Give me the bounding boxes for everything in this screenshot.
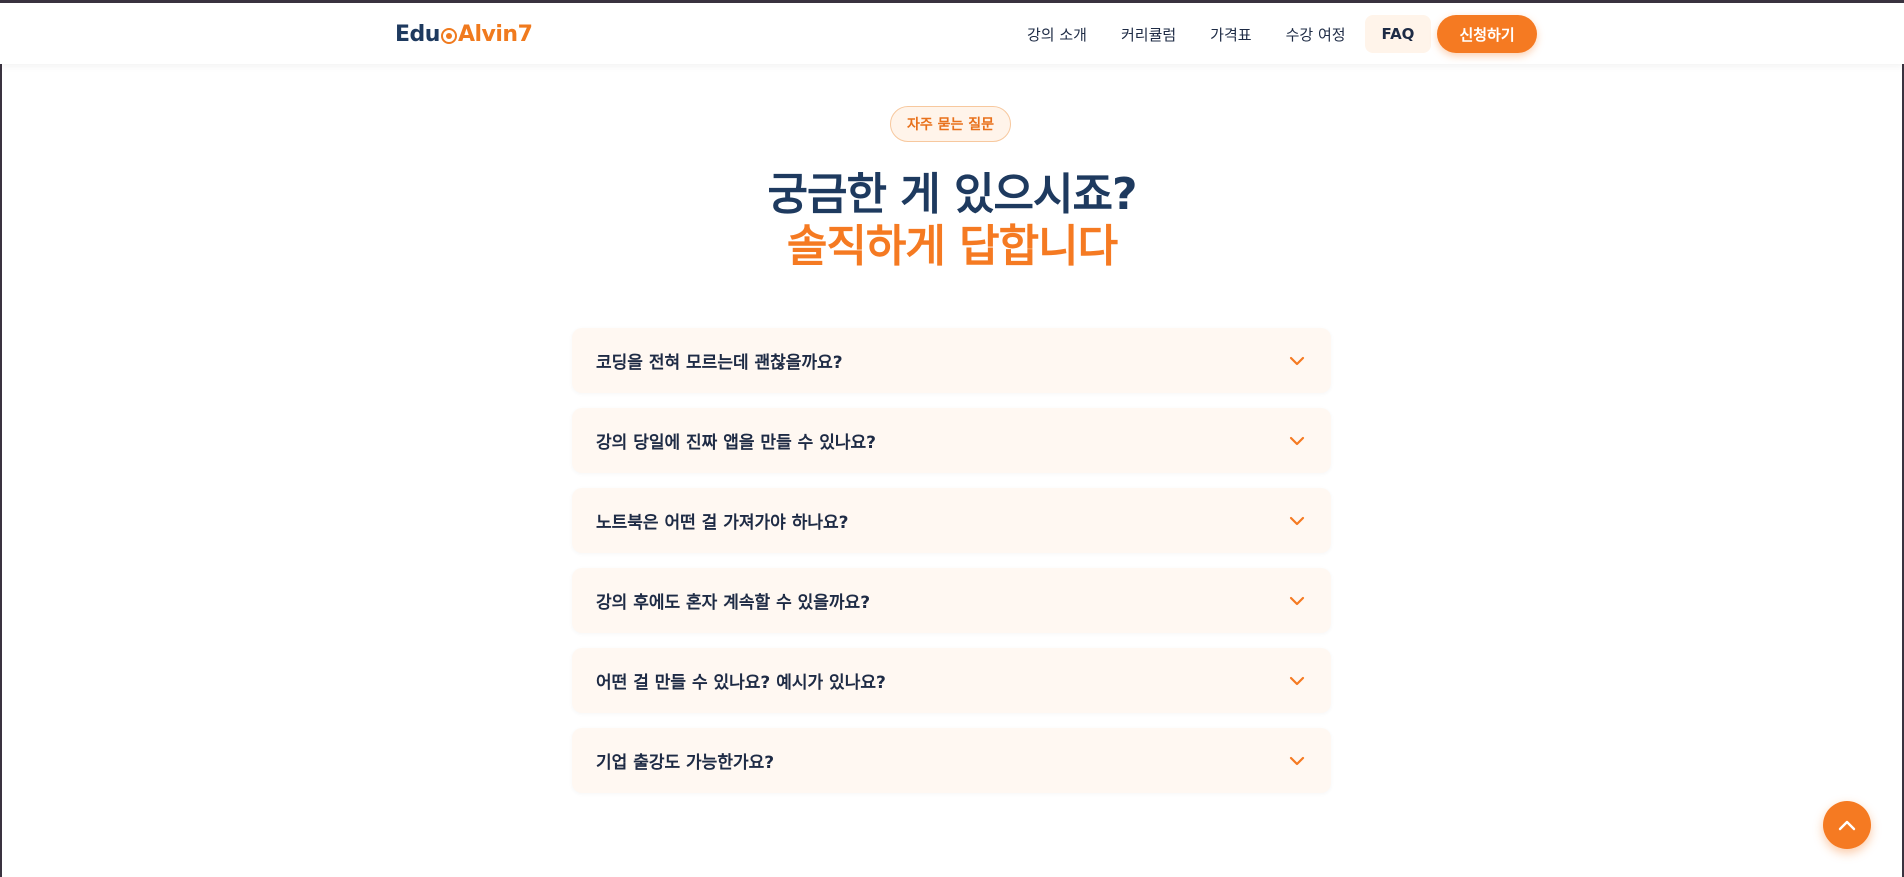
faq-item[interactable]: 강의 당일에 진짜 앱을 만들 수 있나요?: [572, 408, 1331, 473]
section-title-line2: 솔직하게 답합니다: [786, 221, 1118, 272]
faq-question: 기업 출강도 가능한가요?: [596, 753, 775, 773]
logo[interactable]: Edu Alvin7: [395, 19, 533, 49]
chevron-down-icon: [1289, 596, 1305, 606]
nav-item-journey[interactable]: 수강 여정: [1269, 15, 1363, 53]
nav-item-intro[interactable]: 강의 소개: [1010, 15, 1104, 53]
chevron-down-icon: [1289, 756, 1305, 766]
faq-item[interactable]: 강의 후에도 혼자 계속할 수 있을까요?: [572, 568, 1331, 633]
site-header: Edu Alvin7 강의 소개 커리큘럼 가격표 수강 여정 FAQ 신청하기: [0, 3, 1904, 64]
logo-text-alvin: Alvin7: [457, 21, 533, 47]
faq-question: 강의 당일에 진짜 앱을 만들 수 있나요?: [596, 433, 876, 453]
faq-question: 노트북은 어떤 걸 가져가야 하나요?: [596, 513, 849, 533]
apply-button[interactable]: 신청하기: [1437, 15, 1537, 53]
faq-item[interactable]: 노트북은 어떤 걸 가져가야 하나요?: [572, 488, 1331, 553]
faq-item[interactable]: 어떤 걸 만들 수 있나요? 예시가 있나요?: [572, 648, 1331, 713]
chevron-down-icon: [1289, 676, 1305, 686]
chevron-down-icon: [1289, 516, 1305, 526]
chevron-down-icon: [1289, 436, 1305, 446]
faq-list: 코딩을 전혀 모르는데 괜찮을까요? 강의 당일에 진짜 앱을 만들 수 있나요…: [572, 328, 1331, 808]
chevron-down-icon: [1289, 356, 1305, 366]
faq-question: 어떤 걸 만들 수 있나요? 예시가 있나요?: [596, 673, 886, 693]
scroll-to-top-button[interactable]: [1823, 801, 1871, 849]
faq-item[interactable]: 코딩을 전혀 모르는데 괜찮을까요?: [572, 328, 1331, 393]
chevron-up-icon: [1838, 816, 1856, 835]
nav-item-curriculum[interactable]: 커리큘럼: [1104, 15, 1193, 53]
faq-question: 코딩을 전혀 모르는데 괜찮을까요?: [596, 353, 843, 373]
main-nav: 강의 소개 커리큘럼 가격표 수강 여정 FAQ 신청하기: [1010, 15, 1537, 53]
nav-item-faq[interactable]: FAQ: [1364, 15, 1432, 53]
logo-text-edu: Edu: [395, 21, 440, 47]
logo-mark-icon: [440, 28, 457, 44]
section-badge: 자주 묻는 질문: [890, 106, 1011, 142]
nav-item-pricing[interactable]: 가격표: [1193, 15, 1268, 53]
faq-question: 강의 후에도 혼자 계속할 수 있을까요?: [596, 593, 871, 613]
faq-item[interactable]: 기업 출강도 가능한가요?: [572, 728, 1331, 793]
